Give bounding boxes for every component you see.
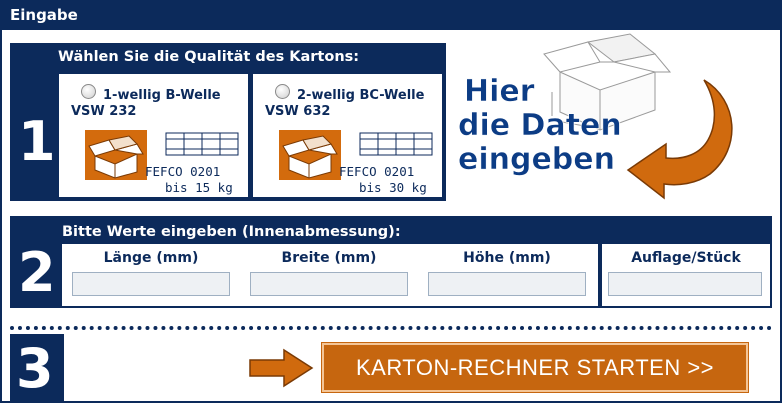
- option-code: VSW 632: [265, 104, 331, 119]
- height-input[interactable]: [428, 272, 586, 296]
- section-divider: [10, 326, 772, 330]
- open-box-icon: [85, 130, 147, 180]
- step-number-2: 2: [18, 241, 56, 304]
- step-3-block: 3: [10, 334, 64, 403]
- step-number-3: 3: [16, 337, 54, 400]
- option-fefco: FEFCO 0201: [145, 164, 221, 179]
- quality-section: 1 Wählen Sie die Qualität des Kartons: 1…: [10, 43, 446, 201]
- curved-arrow-icon: [626, 79, 733, 200]
- quality-title: Wählen Sie die Qualität des Kartons:: [58, 49, 360, 65]
- dimensions-section: 2 Bitte Werte eingeben (Innenabmessung):…: [10, 216, 772, 308]
- width-label: Breite (mm): [281, 250, 377, 266]
- quantity-label: Auflage/Stück: [631, 250, 741, 266]
- length-label: Länge (mm): [103, 250, 199, 266]
- radio-button[interactable]: [81, 84, 96, 99]
- header-bar: Eingabe: [0, 0, 782, 30]
- open-box-icon: [279, 130, 341, 180]
- quantity-input[interactable]: [608, 272, 762, 296]
- hint-line-3: eingeben: [458, 142, 615, 177]
- quality-option-1[interactable]: 1-wellig B-Welle VSW 232 FEFCO 0201 bis …: [58, 73, 249, 198]
- width-input[interactable]: [250, 272, 408, 296]
- quality-option-2[interactable]: 2-wellig BC-Welle VSW 632 FEFCO 0201 bis: [252, 73, 443, 198]
- height-label: Höhe (mm): [463, 250, 551, 266]
- hint-text: Hier die Daten eingeben: [458, 74, 622, 177]
- dimensions-panel: Länge (mm) Breite (mm) Höhe (mm): [62, 244, 598, 306]
- flat-carton-icon: [359, 132, 433, 160]
- length-input[interactable]: [72, 272, 230, 296]
- hint-line-1: Hier: [464, 74, 535, 109]
- option-name: 2-wellig BC-Welle: [297, 88, 425, 103]
- step-number-1: 1: [18, 110, 56, 173]
- option-name: 1-wellig B-Welle: [103, 88, 221, 103]
- hint-line-2: die Daten: [458, 108, 622, 143]
- quantity-panel: Auflage/Stück: [602, 244, 770, 306]
- option-weight: bis 30 kg: [359, 180, 427, 195]
- option-weight: bis 15 kg: [165, 180, 233, 195]
- right-arrow-icon: [249, 348, 314, 388]
- dimensions-title: Bitte Werte eingeben (Innenabmessung):: [62, 224, 401, 240]
- flat-carton-icon: [165, 132, 239, 160]
- option-code: VSW 232: [71, 104, 137, 119]
- start-calculator-button[interactable]: KARTON-RECHNER STARTEN >>: [322, 343, 748, 392]
- option-fefco: FEFCO 0201: [339, 164, 415, 179]
- header-title: Eingabe: [10, 6, 78, 24]
- radio-button[interactable]: [275, 84, 290, 99]
